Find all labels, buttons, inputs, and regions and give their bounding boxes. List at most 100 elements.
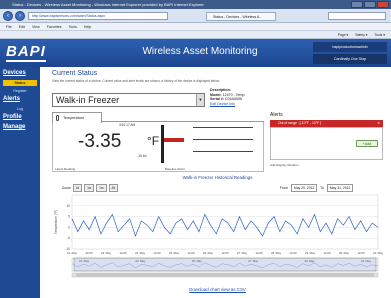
x-tick-label: 27. May bbox=[237, 251, 248, 255]
to-label: To bbox=[320, 186, 324, 190]
navigator-selection bbox=[73, 257, 377, 272]
site-title: Wireless Asset Monitoring bbox=[142, 46, 258, 57]
sidebar-item-register[interactable]: Register bbox=[3, 88, 37, 94]
x-tick-label: 12:00 bbox=[256, 251, 263, 255]
x-tick-label: 29. May bbox=[305, 251, 316, 255]
x-tick-label: 23. May bbox=[101, 251, 112, 255]
x-tick-label: 24. May bbox=[135, 251, 146, 255]
menu-bar: File Edit View Favorites Tools Help bbox=[0, 23, 391, 31]
x-tick-label: 21. May bbox=[67, 251, 78, 255]
reading-panel: 3:51:17 AM -3.35 °F -19.64 Latest Readin… bbox=[52, 122, 264, 172]
page-description: View the current status of a device. Cur… bbox=[52, 79, 220, 83]
command-bar: Page ▾ Safety ▾ Tools ▾ bbox=[0, 31, 391, 39]
navigator-tick-label: 21. May bbox=[79, 259, 90, 263]
x-tick-label: 12:00 bbox=[188, 251, 195, 255]
x-tick-label: 28. May bbox=[271, 251, 282, 255]
x-tick-label: 12:00 bbox=[290, 251, 297, 255]
add-alert-button[interactable]: +Add bbox=[356, 140, 378, 147]
from-label: From bbox=[280, 186, 288, 190]
alerts-panel: Alerts Out of range : [-10°F - 10°F ] ✕ … bbox=[270, 112, 383, 172]
model-value: 12470 - Temp bbox=[222, 92, 245, 97]
navigator-scrollbar-thumb bbox=[76, 273, 374, 277]
menu-file[interactable]: File bbox=[6, 25, 12, 29]
model-label: Model: bbox=[210, 92, 222, 97]
sidebar: Devices Status Register Alerts Log Profi… bbox=[0, 67, 40, 298]
sensor-tabs: Temperature bbox=[52, 112, 264, 123]
sidebar-item-manage[interactable]: Manage bbox=[3, 124, 25, 130]
edit-device-link[interactable]: Edit Device Info bbox=[210, 102, 235, 106]
navigator-tick-label: 27. May bbox=[248, 259, 259, 263]
logo[interactable]: BAPI bbox=[6, 43, 46, 60]
alert-threshold-line bbox=[193, 139, 253, 140]
add-display-variation-label: Add Display Variation bbox=[270, 163, 299, 167]
device-select[interactable]: Walk-in Freezer ▼ bbox=[52, 93, 205, 107]
thermometer-icon bbox=[56, 115, 59, 121]
tab-temperature-label: Temperature bbox=[63, 116, 85, 120]
navigator-tick-label: 25. May bbox=[192, 259, 203, 263]
history-chart-svg: 1050-5-10Temperature (°F)21. May 22:00 23.… bbox=[54, 194, 384, 278]
x-tick-label: 31. May bbox=[373, 251, 383, 255]
description-label: Description: bbox=[210, 88, 231, 92]
sidebar-item-log[interactable]: Log bbox=[3, 106, 37, 112]
x-tick-label: 12:00 bbox=[120, 251, 127, 255]
reading-low-value: -19.64 bbox=[137, 154, 147, 158]
device-info: Description: Model: 12470 - Temp Serial … bbox=[210, 88, 245, 106]
logo-underline bbox=[6, 60, 46, 62]
history-chart[interactable]: 10 5 0 -5 -10 Temperature (°F) 21. May 22:00 23.… bbox=[52, 191, 384, 283]
serial-label: Serial #: bbox=[210, 97, 224, 102]
alert-row-text: Out of range : [-10°F - 10°F ] bbox=[278, 121, 322, 125]
device-select-value: Walk-in Freezer bbox=[56, 95, 120, 105]
alert-threshold-line bbox=[193, 151, 253, 152]
address-toolbar: ‹ › http://www.bapisensors.com/wam/Statu… bbox=[0, 9, 391, 23]
menu-help[interactable]: Help bbox=[84, 25, 91, 29]
y-tick-label: -5 bbox=[67, 236, 70, 240]
support-link[interactable]: Cardinally One Stop bbox=[313, 54, 387, 64]
y-tick-label: 5 bbox=[68, 215, 70, 219]
menu-edit[interactable]: Edit bbox=[19, 25, 25, 29]
alert-threshold-line bbox=[193, 127, 253, 128]
navigator-tick-label: 31. May bbox=[361, 259, 372, 263]
delete-alert-icon[interactable]: ✕ bbox=[377, 120, 380, 127]
tools-menu-button[interactable]: Tools ▾ bbox=[374, 33, 385, 37]
navigator-tick-label: 23. May bbox=[135, 259, 146, 263]
x-tick-label: 12:00 bbox=[222, 251, 229, 255]
maximize-button[interactable] bbox=[364, 1, 376, 8]
search-input[interactable] bbox=[328, 12, 386, 20]
page-menu-button[interactable]: Page ▾ bbox=[338, 33, 349, 37]
plot-area bbox=[71, 194, 379, 250]
window-title: Status - Devices - Wireless Asset Monito… bbox=[12, 2, 204, 7]
safety-menu-button[interactable]: Safety ▾ bbox=[355, 33, 367, 37]
x-tick-label: 12:00 bbox=[324, 251, 331, 255]
window-title-bar: Status - Devices - Wireless Asset Monito… bbox=[0, 0, 391, 9]
sidebar-item-devices[interactable]: Devices bbox=[3, 70, 26, 76]
x-tick-label: 25. May bbox=[169, 251, 180, 255]
sidebar-item-alerts[interactable]: Alerts bbox=[3, 96, 20, 102]
alert-row[interactable]: Out of range : [-10°F - 10°F ] ✕ bbox=[270, 120, 383, 127]
address-input[interactable]: http://www.bapisensors.com/wam/Status.as… bbox=[28, 12, 168, 20]
sidebar-item-profile[interactable]: Profile bbox=[3, 114, 22, 120]
x-tick-label: 30. May bbox=[339, 251, 350, 255]
serial-value: C04A0656 bbox=[224, 97, 242, 102]
minimize-button[interactable] bbox=[351, 1, 363, 8]
forward-icon[interactable]: › bbox=[15, 11, 25, 21]
chevron-down-icon[interactable]: ▼ bbox=[196, 94, 204, 106]
menu-tools[interactable]: Tools bbox=[69, 25, 77, 29]
user-account[interactable]: bapiproductionsadmin bbox=[313, 42, 387, 52]
site-header: BAPI Wireless Asset Monitoring bapiprodu… bbox=[0, 39, 391, 67]
menu-view[interactable]: View bbox=[32, 25, 40, 29]
gauge-indicator bbox=[164, 138, 184, 142]
x-tick-label: 12:00 bbox=[358, 251, 365, 255]
reading-time: 3:51:17 AM bbox=[119, 123, 136, 127]
x-tick-label: 22:00 bbox=[86, 251, 93, 255]
page-title: Current Status bbox=[52, 70, 98, 77]
reading-unit: °F bbox=[147, 134, 160, 148]
menu-favorites[interactable]: Favorites bbox=[47, 25, 62, 29]
zoom-label: Zoom bbox=[62, 186, 71, 190]
close-button[interactable] bbox=[377, 1, 389, 8]
sidebar-item-status[interactable]: Status bbox=[3, 80, 37, 86]
back-icon[interactable]: ‹ bbox=[3, 11, 13, 21]
browser-tab[interactable]: Status - Devices - Wireless A... bbox=[206, 12, 276, 21]
download-csv-link[interactable]: Download chart view as CSV bbox=[52, 287, 383, 292]
alerts-title: Alerts bbox=[270, 112, 283, 118]
y-tick-label: 0 bbox=[68, 225, 70, 229]
